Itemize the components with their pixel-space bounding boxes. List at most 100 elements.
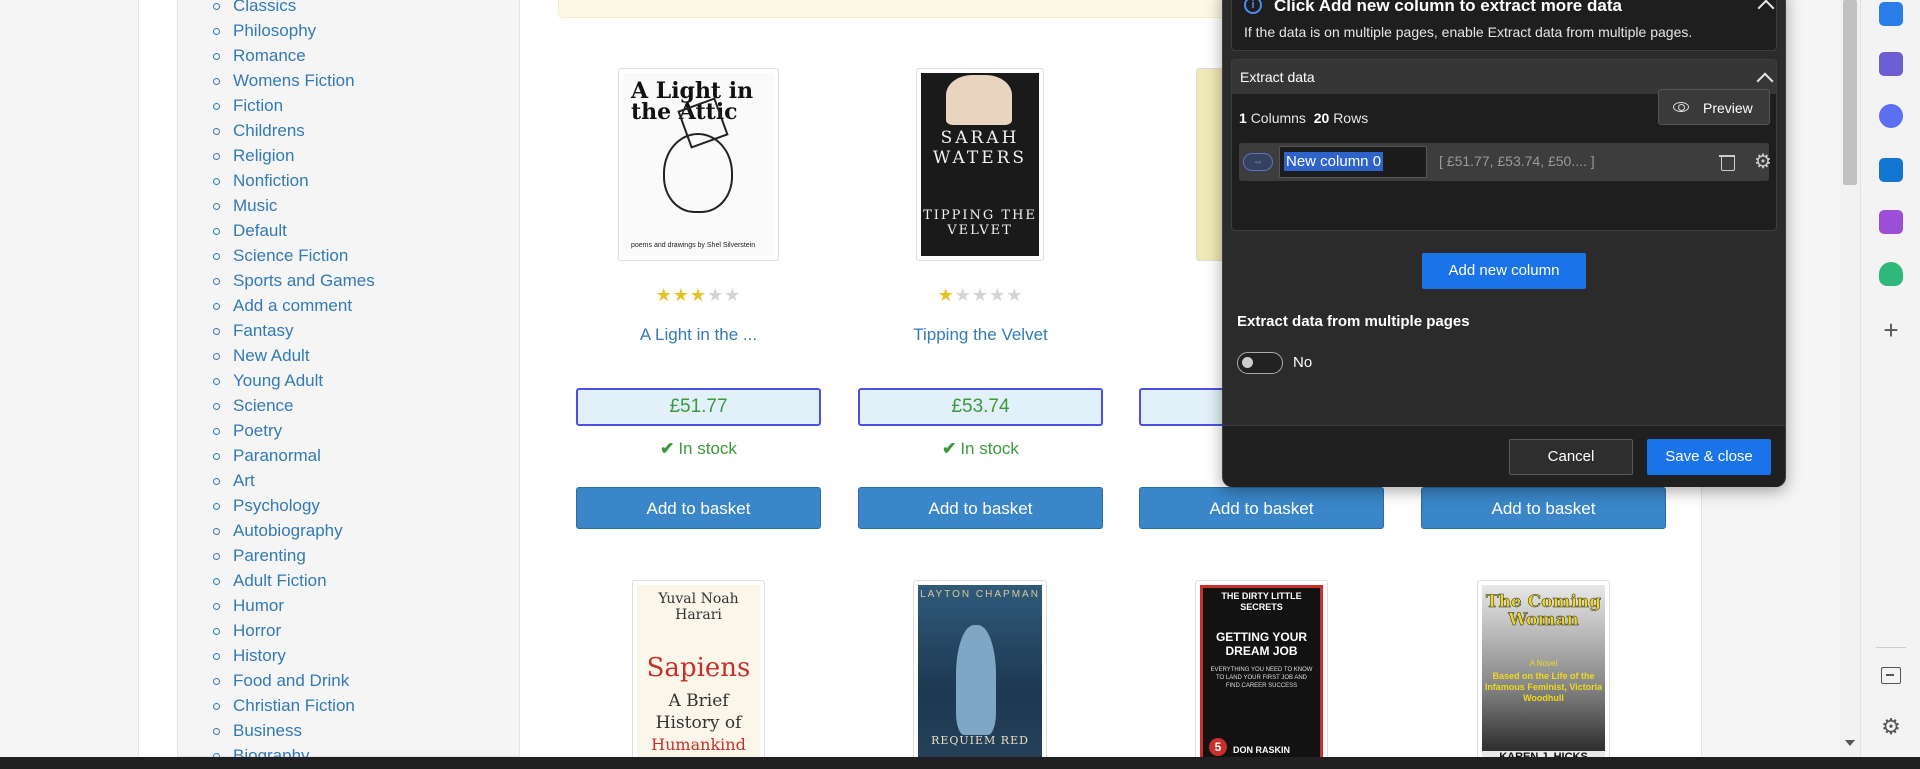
scroll-down-arrow[interactable] <box>1845 740 1855 746</box>
category-link[interactable]: Business <box>213 718 375 743</box>
designer-icon[interactable] <box>1879 210 1903 234</box>
book-cover-2: SARAH WATERS TIPPING THE VELVET <box>921 73 1039 256</box>
category-link[interactable]: Nonfiction <box>213 168 375 193</box>
star-icon: ★ <box>954 285 972 305</box>
category-link[interactable]: Science Fiction <box>213 243 375 268</box>
add-to-basket-button[interactable]: Add to basket <box>1421 487 1666 529</box>
trash-icon[interactable] <box>1719 153 1735 171</box>
category-link[interactable]: Psychology <box>213 493 375 518</box>
stock-status: ✔ In stock <box>576 439 821 459</box>
scroll-thumb[interactable] <box>1843 0 1857 185</box>
category-link[interactable]: Religion <box>213 143 375 168</box>
people-icon[interactable] <box>1879 52 1903 76</box>
product-title[interactable]: A Light in the ... <box>576 325 821 345</box>
category-link[interactable]: Philosophy <box>213 18 375 43</box>
category-link[interactable]: Young Adult <box>213 368 375 393</box>
star-icon: ★ <box>971 285 990 305</box>
add-new-column-button[interactable]: Add new column <box>1422 253 1586 289</box>
columns-count: 1 <box>1239 110 1247 126</box>
category-link[interactable]: Childrens <box>213 118 375 143</box>
add-to-basket-button[interactable]: Add to basket <box>576 487 821 529</box>
games-icon[interactable] <box>1879 262 1903 286</box>
category-link[interactable]: New Adult <box>213 343 375 368</box>
cover-title: The Coming Woman <box>1485 592 1602 630</box>
plus-icon[interactable]: + <box>1879 317 1903 343</box>
info-alert <box>558 0 1228 18</box>
category-link[interactable]: Music <box>213 193 375 218</box>
category-link[interactable]: Sports and Games <box>213 268 375 293</box>
columns-label: Columns <box>1250 110 1306 126</box>
stock-status: ✔ In stock <box>858 439 1103 459</box>
taskbar <box>0 757 1920 769</box>
category-link[interactable]: Parenting <box>213 543 375 568</box>
stock-label: In stock <box>678 439 737 458</box>
hide-sidebar-icon[interactable] <box>1881 667 1901 684</box>
sidebar-divider <box>1876 647 1906 648</box>
star-rating: ★★★★★ <box>576 285 821 306</box>
book-cover-1: A Light in the Attic poems and drawings … <box>623 73 774 256</box>
category-link[interactable]: Adult Fiction <box>213 568 375 593</box>
briefcase-icon[interactable] <box>1879 2 1903 26</box>
category-link[interactable]: Art <box>213 468 375 493</box>
category-link[interactable]: Womens Fiction <box>213 68 375 93</box>
category-link[interactable]: Food and Drink <box>213 668 375 693</box>
category-link[interactable]: Humor <box>213 593 375 618</box>
chevron-up-icon[interactable] <box>1756 72 1774 90</box>
cover-author: LAYTON CHAPMAN <box>920 589 1040 600</box>
page-scrollbar[interactable] <box>1840 0 1860 757</box>
preview-button[interactable]: Preview <box>1658 89 1770 125</box>
column-drag-handle[interactable]: ◦◦ <box>1243 153 1273 171</box>
category-link[interactable]: Autobiography <box>213 518 375 543</box>
category-link[interactable]: Fiction <box>213 93 375 118</box>
product-thumbnail-6[interactable]: LAYTON CHAPMAN REQUIEM RED <box>913 580 1047 769</box>
category-link[interactable]: History <box>213 643 375 668</box>
category-link[interactable]: Fantasy <box>213 318 375 343</box>
cover-illustration <box>956 625 996 735</box>
cover-author: SARAH WATERS <box>932 128 1028 168</box>
category-link[interactable]: Add a comment <box>213 293 375 318</box>
cover-tagline: THE DIRTY LITTLE SECRETS <box>1221 591 1302 612</box>
category-link[interactable]: Christian Fiction <box>213 693 375 718</box>
category-link[interactable]: Classics <box>213 0 375 18</box>
product-price: £51.77 <box>576 388 821 426</box>
cancel-button[interactable]: Cancel <box>1509 439 1633 475</box>
product-thumbnail-8[interactable]: The Coming Woman A Novel Based on the Li… <box>1477 580 1610 769</box>
book-cover-5: Yuval Noah Harari Sapiens A Brief Histor… <box>637 585 760 765</box>
cover-illustration <box>663 133 733 213</box>
category-link[interactable]: Science <box>213 393 375 418</box>
gear-icon[interactable]: ⚙ <box>1753 152 1773 172</box>
rows-count: 20 <box>1313 110 1330 126</box>
extract-data-panel: i Click Add new column to extract more d… <box>1222 0 1786 487</box>
product-thumbnail-7[interactable]: THE DIRTY LITTLE SECRETS GETTING YOUR DR… <box>1195 580 1328 769</box>
star-icon: ★ <box>989 285 1007 305</box>
category-link[interactable]: Default <box>213 218 375 243</box>
copilot-icon[interactable] <box>1879 104 1903 128</box>
star-icon: ★ <box>1006 285 1024 305</box>
book-cover-8: The Coming Woman A Novel Based on the Li… <box>1482 585 1605 765</box>
multi-page-title: Extract data from multiple pages <box>1237 313 1470 330</box>
product-thumbnail-1[interactable]: A Light in the Attic poems and drawings … <box>618 68 779 261</box>
eye-icon <box>1673 102 1689 112</box>
multi-page-toggle[interactable] <box>1237 352 1283 374</box>
column-name-input[interactable]: New column 0 <box>1279 146 1427 178</box>
category-link[interactable]: Poetry <box>213 418 375 443</box>
cover-author: DON RASKIN <box>1232 745 1290 755</box>
toggle-label: No <box>1293 354 1313 371</box>
add-to-basket-button[interactable]: Add to basket <box>1139 487 1384 529</box>
category-link[interactable]: Romance <box>213 43 375 68</box>
preview-label: Preview <box>1703 100 1753 116</box>
chevron-up-icon[interactable] <box>1757 0 1775 17</box>
settings-icon[interactable]: ⚙ <box>1879 715 1903 739</box>
star-icon: ★ <box>724 285 742 305</box>
add-to-basket-button[interactable]: Add to basket <box>858 487 1103 529</box>
product-thumbnail-2[interactable]: SARAH WATERS TIPPING THE VELVET <box>916 68 1044 261</box>
cover-subtitle: A Brief History of <box>655 691 742 733</box>
outlook-icon[interactable] <box>1879 158 1903 182</box>
product-thumbnail-5[interactable]: Yuval Noah Harari Sapiens A Brief Histor… <box>632 580 765 769</box>
product-title[interactable]: Tipping the Velvet <box>858 325 1103 345</box>
cover-subtitle: poems and drawings by Shel Silverstein <box>631 242 756 249</box>
category-link[interactable]: Horror <box>213 618 375 643</box>
category-link[interactable]: Paranormal <box>213 443 375 468</box>
save-close-button[interactable]: Save & close <box>1647 439 1771 475</box>
stock-label: In stock <box>960 439 1019 458</box>
